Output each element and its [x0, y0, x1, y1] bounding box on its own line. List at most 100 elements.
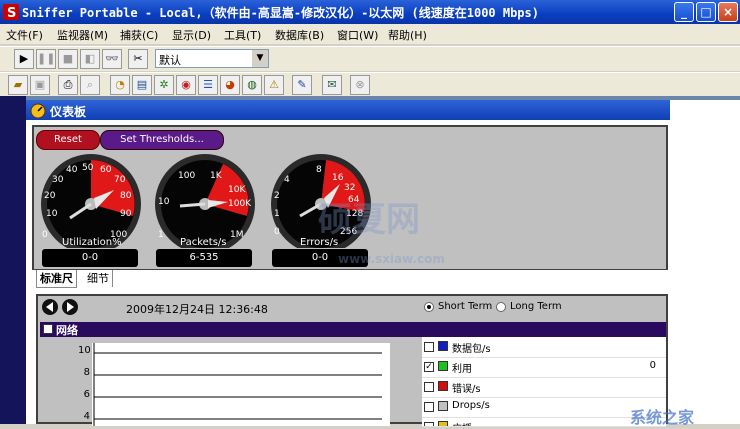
watermark-url: www.sxiaw.com — [338, 252, 445, 266]
start-capture-icon[interactable]: ▶ — [14, 49, 34, 69]
gauge3-tick-1: 1 — [274, 209, 280, 219]
previous-arrow-icon[interactable] — [42, 299, 58, 315]
maximize-button[interactable]: □ — [696, 2, 716, 22]
legend-row-errors[interactable]: 错误/s — [422, 377, 666, 398]
history-samples-icon[interactable]: ☰ — [198, 75, 218, 95]
y-tick-6: 6 — [83, 389, 90, 400]
minimize-button[interactable]: _ — [674, 2, 694, 22]
gauge2-tick-10k: 10K — [228, 185, 246, 195]
alarm-log-icon[interactable]: ⚠ — [264, 75, 284, 95]
gauge2-tick-1: 1 — [158, 230, 164, 240]
stop-icon[interactable]: ■ — [58, 49, 78, 69]
gauge1-tick-80: 80 — [120, 191, 132, 201]
legend-checkbox-packets[interactable] — [424, 342, 434, 352]
set-thresholds-button[interactable]: Set Thresholds... — [100, 130, 224, 150]
menu-monitor[interactable]: 监视器(M) — [57, 27, 108, 43]
long-term-radio[interactable] — [496, 302, 506, 312]
gauge1-tick-60: 60 — [100, 165, 112, 175]
define-filter-icon[interactable]: ✂ — [128, 49, 148, 69]
gauge1-tick-10: 10 — [46, 209, 58, 219]
right-blank-area — [670, 100, 740, 424]
legend-checkbox-broadcast[interactable] — [424, 422, 434, 426]
profile-select-value: 默认 — [159, 54, 181, 67]
gauge2-tick-1m: 1M — [230, 230, 244, 240]
gauge3-tick-4: 4 — [284, 175, 290, 185]
watermark-corner-text: 系统之家 — [630, 408, 695, 427]
reset-button[interactable]: Reset — [36, 130, 100, 150]
capture-toolbar: ▶ ❚❚ ■ ◧ 👓 ✂ 默认 ▼ — [0, 46, 740, 71]
legend-checkbox-drops[interactable] — [424, 402, 434, 412]
svg-text:S: S — [7, 6, 16, 20]
y-tick-10: 10 — [78, 345, 91, 356]
gauge3-tick-8: 8 — [316, 165, 322, 175]
legend-label-packets: 数据包/s — [452, 344, 491, 355]
gauge1-tick-30: 30 — [52, 175, 64, 185]
network-section-header: ✓ 网络 — [40, 322, 666, 337]
dashboard-titlebar: 仪表板 — [26, 100, 670, 120]
dashboard-title: 仪表板 — [50, 105, 87, 119]
legend-row-packets[interactable]: 数据包/s — [422, 337, 666, 358]
network-section-title: 网络 — [56, 324, 78, 337]
menu-database[interactable]: 数据库(B) — [275, 27, 324, 43]
dashboard-title-icon — [30, 103, 46, 118]
gauge1-tick-40: 40 — [66, 165, 78, 175]
legend-row-utilization[interactable]: ✓ 利用 0 — [422, 357, 666, 378]
disabled-tool-icon[interactable]: ⊗ — [350, 75, 370, 95]
menu-file[interactable]: 文件(F) — [6, 27, 43, 43]
dashboard-icon[interactable]: ◔ — [110, 75, 130, 95]
legend-value-utilization: 0 — [649, 360, 656, 371]
tab-gauge[interactable]: 标准尺 — [36, 270, 77, 288]
main-toolbar: ▰ ▣ ⎙ ⌕ ◔ ▤ ✲ ◉ ☰ ◕ ◍ ⚠ ✎ ✉ ⊗ — [0, 72, 740, 97]
save-icon[interactable]: ▣ — [30, 75, 50, 95]
close-button[interactable]: × — [718, 2, 738, 22]
next-arrow-icon[interactable] — [62, 299, 78, 315]
history-chart-grid — [93, 343, 382, 426]
protocol-distribution-icon[interactable]: ◕ — [220, 75, 240, 95]
tab-detail[interactable]: 细节 — [84, 270, 113, 287]
pause-icon[interactable]: ❚❚ — [36, 49, 56, 69]
binoculars-icon[interactable]: 👓 — [102, 49, 122, 69]
packet-generator-icon[interactable]: ✉ — [322, 75, 342, 95]
legend-checkbox-errors[interactable] — [424, 382, 434, 392]
gauge2-tick-10: 10 — [158, 197, 170, 207]
global-statistics-icon[interactable]: ◍ — [242, 75, 262, 95]
open-folder-icon[interactable]: ▰ — [8, 75, 28, 95]
y-tick-8: 8 — [83, 367, 90, 378]
stop-display-icon[interactable]: ◧ — [80, 49, 100, 69]
menu-capture[interactable]: 捕获(C) — [120, 27, 158, 43]
history-timestamp: 2009年12月24日 12:36:48 — [126, 303, 268, 316]
short-term-radio[interactable] — [424, 302, 434, 312]
network-checkbox[interactable]: ✓ — [43, 324, 53, 334]
legend-label-drops: Drops/s — [452, 400, 490, 411]
host-table-icon[interactable]: ▤ — [132, 75, 152, 95]
y-tick-4: 4 — [83, 411, 90, 422]
legend-checkbox-utilization[interactable]: ✓ — [424, 362, 434, 372]
matrix-icon[interactable]: ✲ — [154, 75, 174, 95]
gauge2-value: 6-535 — [156, 249, 252, 267]
menu-tools[interactable]: 工具(T) — [224, 27, 261, 43]
gauge2-label: Packets/s — [180, 237, 227, 248]
left-edge-panel — [0, 96, 26, 424]
legend-swatch-broadcast — [438, 421, 448, 426]
chevron-down-icon[interactable]: ▼ — [252, 50, 268, 67]
print-preview-icon[interactable]: ⌕ — [80, 75, 100, 95]
gauge1-tick-0: 0 — [42, 230, 48, 240]
gauge1-tick-90: 90 — [120, 209, 132, 219]
menu-display[interactable]: 显示(D) — [172, 27, 211, 43]
application-response-icon[interactable]: ◉ — [176, 75, 196, 95]
address-book-icon[interactable]: ✎ — [292, 75, 312, 95]
watermark-logo-text: 硕夏网 — [318, 200, 420, 240]
menu-window[interactable]: 窗口(W) — [337, 27, 378, 43]
gauge3-tick-2: 2 — [274, 191, 280, 201]
legend-label-utilization: 利用 — [452, 364, 472, 375]
gauge1-tick-50: 50 — [82, 163, 94, 173]
legend-swatch-drops — [438, 401, 448, 411]
long-term-label: Long Term — [510, 301, 562, 312]
menu-bar: 文件(F) 监视器(M) 捕获(C) 显示(D) 工具(T) 数据库(B) 窗口… — [0, 24, 740, 44]
menu-help[interactable]: 帮助(H) — [388, 27, 427, 43]
gauge1-label: Utilization% — [62, 237, 122, 248]
print-icon[interactable]: ⎙ — [58, 75, 78, 95]
history-panel: 2009年12月24日 12:36:48 Short Term Long Ter… — [36, 294, 668, 427]
window-title: Sniffer Portable - Local,（软件由-高显嵩-修改汉化）-… — [22, 6, 539, 20]
profile-select[interactable]: 默认 ▼ — [155, 49, 269, 68]
